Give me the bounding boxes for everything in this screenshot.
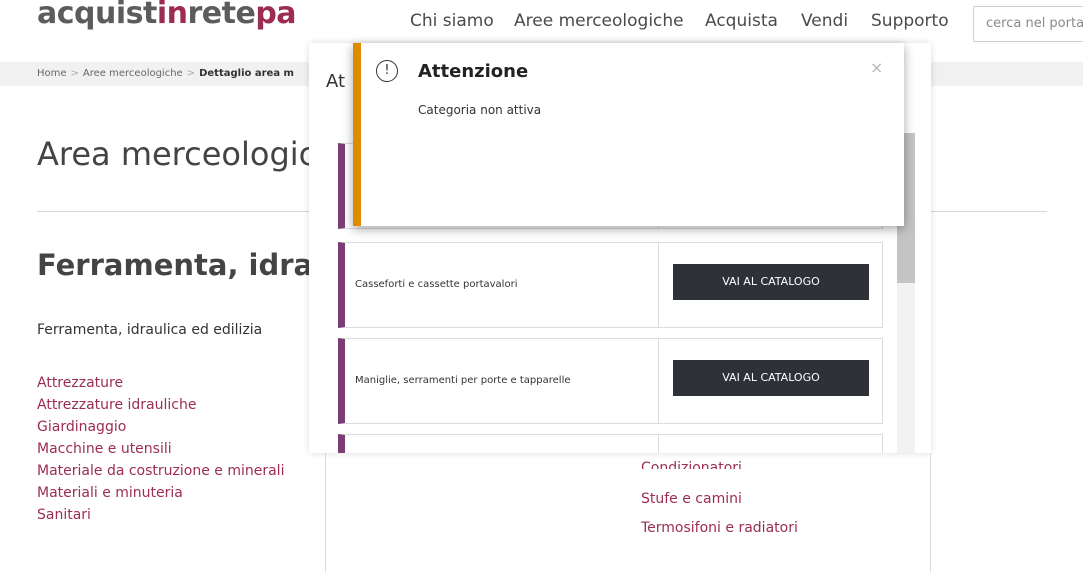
alert-message: Categoria non attiva: [418, 103, 542, 117]
category-link[interactable]: Attrezzature: [37, 372, 284, 394]
card-divider: [658, 435, 659, 453]
breadcrumb-current: Dettaglio area m: [199, 68, 294, 79]
column-divider: [325, 452, 326, 572]
category-link[interactable]: Attrezzature idrauliche: [37, 394, 284, 416]
category-card-label: Casseforti e cassette portavalori: [355, 279, 518, 290]
category-link[interactable]: Condizionatori: [641, 461, 798, 469]
nav-item-acquista[interactable]: Acquista: [705, 11, 778, 31]
section-subtitle: Ferramenta, idraulica ed edilizia: [37, 322, 263, 338]
alert-title: Attenzione: [418, 61, 529, 82]
search-input[interactable]: cerca nel portale: [973, 6, 1083, 42]
exclamation-circle-icon: !: [376, 60, 398, 82]
breadcrumb-aree[interactable]: Aree merceologiche: [83, 68, 183, 79]
card-divider: [658, 243, 659, 327]
category-card: Casseforti e cassette portavalori VAI AL…: [338, 242, 883, 328]
category-link[interactable]: Termosifoni e radiatori: [641, 514, 798, 543]
nav-item-vendi[interactable]: Vendi: [801, 11, 848, 31]
category-link[interactable]: Sanitari: [37, 504, 284, 526]
category-link[interactable]: Materiale da costruzione e minerali: [37, 460, 284, 482]
breadcrumb-separator: >: [70, 68, 79, 79]
catalog-button[interactable]: VAI AL CATALOGO: [673, 360, 869, 396]
nav-item-chi-siamo[interactable]: Chi siamo: [410, 11, 494, 31]
site-logo[interactable]: acquistinretepa: [37, 0, 297, 31]
alert-stripe: [353, 43, 361, 226]
nav-item-aree-merceologiche[interactable]: Aree merceologiche: [514, 11, 684, 31]
modal-title: At: [326, 71, 346, 92]
breadcrumb-home[interactable]: Home: [37, 68, 67, 79]
category-list-left: Attrezzature Attrezzature idrauliche Gia…: [37, 372, 284, 526]
category-card: [338, 434, 883, 453]
category-card-label: Maniglie, serramenti per porte e tappare…: [355, 375, 571, 386]
catalog-button[interactable]: VAI AL CATALOGO: [673, 264, 869, 300]
category-link[interactable]: Macchine e utensili: [37, 438, 284, 460]
category-link[interactable]: Giardinaggio: [37, 416, 284, 438]
breadcrumb-separator: >: [186, 68, 196, 79]
site-header: acquistinretepa Chi siamo Aree merceolog…: [0, 0, 1083, 44]
category-list-right: Condizionatori Stufe e camini Termosifon…: [641, 461, 798, 543]
alert-dialog: ! Attenzione × Categoria non attiva: [353, 43, 904, 226]
category-link[interactable]: Materiali e minuteria: [37, 482, 284, 504]
page-title: Area merceologica: [37, 135, 336, 173]
category-card: Maniglie, serramenti per porte e tappare…: [338, 338, 883, 424]
category-link[interactable]: Stufe e camini: [641, 485, 798, 514]
breadcrumb: Home > Aree merceologiche > Dettaglio area m: [37, 68, 294, 79]
card-divider: [658, 339, 659, 423]
nav-item-supporto[interactable]: Supporto: [871, 11, 949, 31]
close-icon[interactable]: ×: [870, 58, 883, 77]
